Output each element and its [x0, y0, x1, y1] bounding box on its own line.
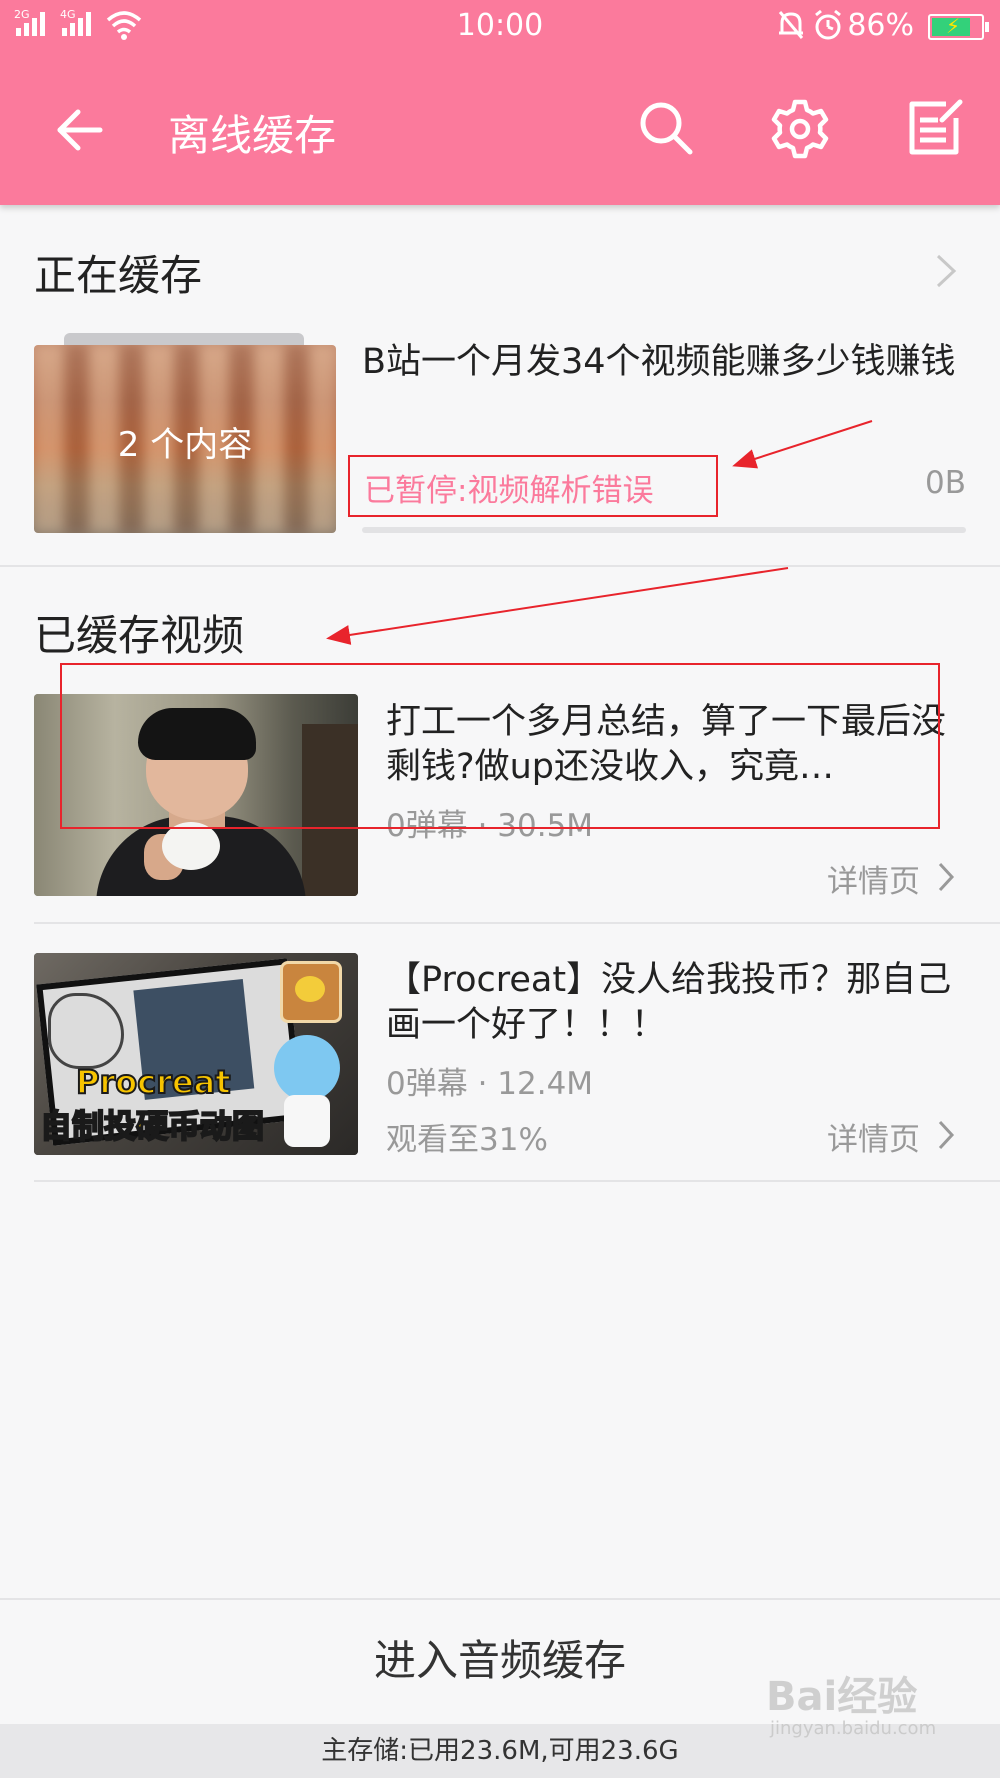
status-bar: 2G 4G 10:00 86% ⚡ [0, 0, 1000, 52]
charging-bolt-icon: ⚡ [946, 14, 961, 38]
back-arrow-icon[interactable] [50, 100, 110, 160]
page-title: 离线缓存 [168, 111, 337, 160]
annotation-arrows [326, 420, 873, 645]
top-app-bar: 2G 4G 10:00 86% ⚡ 离线缓存 [0, 0, 1000, 205]
watermark-brand: Bai经验 [766, 1674, 918, 1720]
settings-gear-icon[interactable] [768, 96, 832, 160]
edit-list-icon[interactable] [902, 96, 966, 160]
bell-muted-icon [776, 9, 806, 45]
alarm-icon [812, 9, 844, 45]
search-icon[interactable] [634, 96, 698, 160]
baidu-watermark: Bai经验 jingyan.baidu.com [766, 1664, 936, 1739]
annotation-arrow [326, 567, 789, 645]
annotation-arrow [732, 420, 873, 469]
battery-charging-icon: ⚡ [928, 14, 989, 40]
watermark-url: jingyan.baidu.com [770, 1718, 937, 1739]
battery-percent: 86% [847, 8, 914, 43]
